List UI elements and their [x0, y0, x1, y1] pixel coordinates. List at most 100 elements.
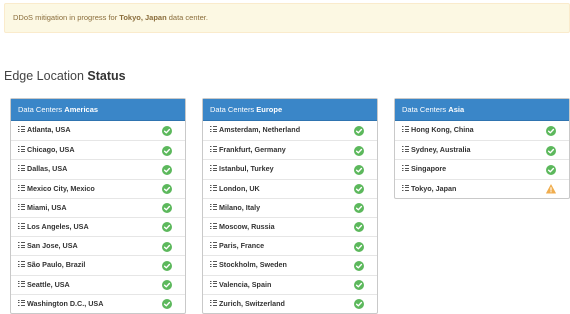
- location-list: Atlanta, USA Chicago, USA Dallas, USA Mexic…: [11, 121, 185, 313]
- location-name: Istanbul, Turkey: [219, 164, 274, 174]
- list-icon: [18, 165, 25, 172]
- location-row: Hong Kong, China: [395, 121, 569, 140]
- location-name: Moscow, Russia: [219, 221, 275, 231]
- location-row: Atlanta, USA: [11, 121, 185, 140]
- panel-header-prefix: Data Centers: [402, 105, 449, 114]
- ddos-alert-banner: DDoS mitigation in progress for Tokyo, J…: [4, 3, 570, 33]
- check-circle-icon: [162, 184, 172, 195]
- list-icon: [18, 146, 25, 153]
- check-circle-icon: [354, 125, 364, 136]
- location-name: São Paulo, Brazil: [27, 260, 86, 270]
- location-row: Singapore: [395, 159, 569, 178]
- location-row: Tokyo, Japan: [395, 178, 569, 198]
- location-name: Valencia, Spain: [219, 279, 272, 289]
- panel-header: Data Centers Europe: [203, 99, 377, 121]
- location-name: Mexico City, Mexico: [27, 183, 95, 193]
- location-row: London, UK: [203, 178, 377, 198]
- list-icon: [402, 126, 409, 133]
- check-circle-icon: [354, 299, 364, 310]
- panel-header-prefix: Data Centers: [18, 105, 65, 114]
- check-circle-icon: [354, 145, 364, 156]
- list-icon: [210, 242, 217, 249]
- check-circle-icon: [354, 260, 364, 271]
- location-name: Hong Kong, China: [411, 125, 474, 134]
- location-name: Washington D.C., USA: [27, 298, 104, 308]
- location-name: Singapore: [411, 164, 447, 174]
- location-row: Stockholm, Sweden: [203, 255, 377, 274]
- list-icon: [210, 299, 217, 306]
- page-title-bold: Status: [87, 69, 126, 83]
- alert-text-prefix: DDoS mitigation in progress for: [13, 13, 120, 22]
- location-name: Dallas, USA: [27, 164, 68, 174]
- location-name: Sydney, Australia: [411, 145, 471, 155]
- location-row: Chicago, USA: [11, 140, 185, 159]
- location-row: Moscow, Russia: [203, 216, 377, 236]
- location-name: Seattle, USA: [27, 279, 70, 289]
- list-icon: [18, 223, 25, 230]
- list-icon: [18, 203, 25, 210]
- list-icon: [210, 280, 217, 287]
- location-row: San Jose, USA: [11, 236, 185, 255]
- location-row: Valencia, Spain: [203, 274, 377, 294]
- panel-header-prefix: Data Centers: [210, 105, 257, 114]
- location-row: Istanbul, Turkey: [203, 159, 377, 178]
- location-row: Dallas, USA: [11, 159, 185, 178]
- location-name: Los Angeles, USA: [27, 221, 89, 231]
- location-row: Paris, France: [203, 236, 377, 255]
- page-title: Edge Location Status: [4, 69, 126, 83]
- list-icon: [18, 299, 25, 306]
- check-circle-icon: [354, 241, 364, 252]
- check-circle-icon: [162, 299, 172, 310]
- check-circle-icon: [546, 125, 556, 136]
- check-circle-icon: [162, 222, 172, 233]
- list-icon: [18, 280, 25, 287]
- check-circle-icon: [546, 164, 556, 175]
- location-row: Miami, USA: [11, 197, 185, 217]
- list-icon: [402, 146, 409, 153]
- location-name: Atlanta, USA: [27, 125, 71, 134]
- location-row: São Paulo, Brazil: [11, 255, 185, 274]
- panel-header-region: Americas: [64, 105, 99, 114]
- alert-text-suffix: data center.: [166, 13, 208, 22]
- location-name: Stockholm, Sweden: [219, 260, 287, 270]
- location-name: Paris, France: [219, 241, 265, 251]
- location-name: San Jose, USA: [27, 241, 78, 251]
- panel-header: Data Centers Asia: [395, 99, 569, 121]
- location-name: London, UK: [219, 183, 260, 193]
- list-icon: [18, 242, 25, 249]
- check-circle-icon: [162, 280, 172, 290]
- location-row: Sydney, Australia: [395, 140, 569, 159]
- panel-header: Data Centers Americas: [11, 99, 185, 121]
- list-icon: [402, 165, 409, 172]
- warning-triangle-icon: [546, 184, 556, 194]
- list-icon: [210, 261, 217, 268]
- alert-location: Tokyo, Japan: [119, 13, 167, 22]
- list-icon: [402, 184, 409, 191]
- list-icon: [210, 203, 217, 210]
- panel-header-region: Asia: [448, 105, 465, 114]
- check-circle-icon: [162, 145, 172, 156]
- list-icon: [18, 261, 25, 268]
- list-icon: [210, 126, 217, 133]
- check-circle-icon: [162, 164, 172, 175]
- location-row: Washington D.C., USA: [11, 293, 185, 313]
- location-name: Chicago, USA: [27, 145, 75, 155]
- list-icon: [18, 184, 25, 191]
- list-icon: [210, 146, 217, 153]
- location-row: Seattle, USA: [11, 274, 185, 294]
- location-name: Milano, Italy: [219, 202, 261, 212]
- check-circle-icon: [162, 125, 172, 136]
- location-list: Amsterdam, Netherland Frankfurt, Germany I…: [203, 121, 377, 313]
- check-circle-icon: [354, 164, 364, 175]
- panel-europe: Data Centers Europe Amsterdam, Netherlan…: [202, 98, 378, 314]
- list-icon: [210, 184, 217, 191]
- location-row: Frankfurt, Germany: [203, 140, 377, 159]
- location-row: Los Angeles, USA: [11, 216, 185, 236]
- location-name: Tokyo, Japan: [411, 183, 457, 193]
- panel-header-region: Europe: [256, 105, 283, 114]
- check-circle-icon: [354, 203, 364, 214]
- check-circle-icon: [162, 241, 172, 252]
- location-row: Zurich, Switzerland: [203, 293, 377, 313]
- check-circle-icon: [162, 260, 172, 271]
- panel-asia: Data Centers Asia Hong Kong, China Sydney…: [394, 98, 570, 199]
